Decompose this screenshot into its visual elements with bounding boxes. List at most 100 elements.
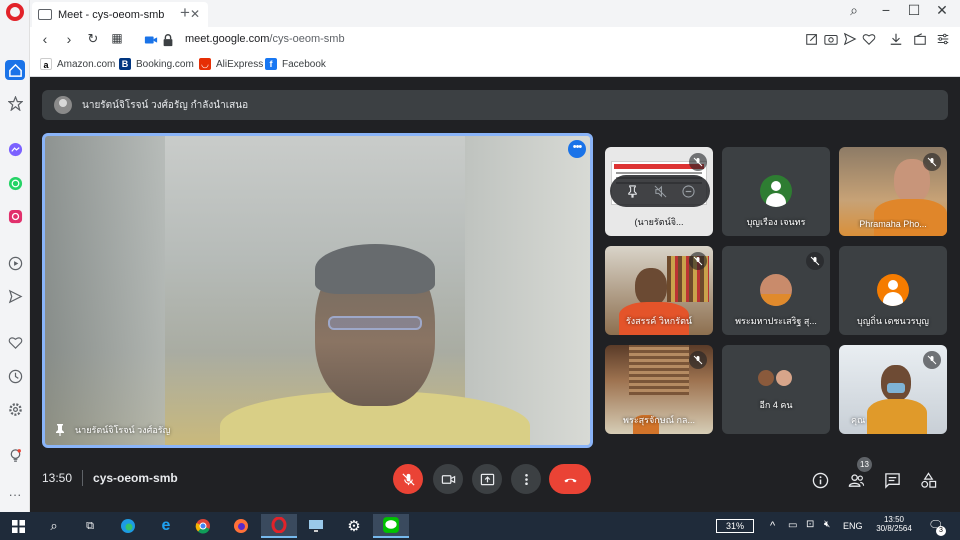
participant-tile[interactable]: พระสุรจักษณ์ กล...: [605, 345, 713, 434]
meeting-details-button[interactable]: [808, 468, 832, 492]
presenting-banner: นายรัตน์จิโรจน์ วงศ์อรัญ กำลังนำเสนอ: [42, 90, 948, 120]
line-app-icon[interactable]: [373, 514, 409, 538]
firefox-icon[interactable]: [223, 514, 259, 538]
show-hidden-icons[interactable]: ^: [770, 520, 775, 532]
camera-indicator-icon[interactable]: [143, 33, 159, 49]
mic-muted-icon: [923, 153, 941, 171]
clock[interactable]: 13:50 30/8/2564: [872, 515, 916, 533]
meet-tab-favicon-icon: [38, 9, 52, 20]
participant-tile[interactable]: คุณ: [839, 345, 947, 434]
home-icon[interactable]: [5, 60, 25, 80]
whatsapp-icon[interactable]: [5, 173, 25, 193]
send-icon[interactable]: [5, 286, 25, 306]
opera-taskbar-icon[interactable]: [261, 514, 297, 538]
remove-participant-icon[interactable]: [681, 184, 695, 198]
participant-tile[interactable]: บุญถิ่น เดชนวรบุญ: [839, 246, 947, 335]
messenger-icon[interactable]: [5, 139, 25, 159]
close-window-icon[interactable]: ✕: [930, 2, 954, 19]
minimize-icon[interactable]: −: [874, 2, 898, 18]
divider: [82, 470, 84, 486]
microphone-off-button[interactable]: [393, 464, 423, 494]
back-icon[interactable]: ‹: [36, 31, 54, 47]
chat-button[interactable]: [880, 468, 904, 492]
bookmark-aliexpress[interactable]: ◡ AliExpress: [199, 58, 263, 70]
present-now-button[interactable]: [472, 464, 502, 494]
opera-logo-icon[interactable]: [6, 3, 24, 21]
mic-off-icon: [401, 472, 415, 486]
send-page-icon[interactable]: [842, 32, 858, 48]
more-options-button[interactable]: [511, 464, 541, 494]
network-icon[interactable]: ⊡: [806, 519, 814, 530]
battery-tray-icon[interactable]: ▭: [788, 520, 797, 531]
settings-taskbar-icon[interactable]: ⚙: [336, 514, 372, 538]
speaker-hair: [315, 244, 435, 294]
participant-name: บุญเรือง เจนทร: [746, 217, 806, 227]
presenter-avatar: [54, 96, 72, 114]
main-speaker-tile[interactable]: ••• นายรัตน์จิโรจน์ วงศ์อรัญ: [42, 133, 593, 448]
booking-icon: B: [119, 58, 131, 70]
language-indicator[interactable]: ENG: [843, 521, 863, 531]
task-view-icon[interactable]: ⧉: [72, 514, 108, 538]
close-tab-icon[interactable]: ✕: [190, 7, 200, 21]
more-options-icon[interactable]: •••: [568, 140, 586, 158]
participant-name: รังสรรค์ วิหกรัตน์: [625, 316, 693, 326]
people-icon: [848, 473, 864, 487]
participant-tile[interactable]: Phramaha Pho...: [839, 147, 947, 236]
volume-muted-icon[interactable]: 🔇︎: [824, 519, 830, 530]
remote-desktop-icon[interactable]: [298, 514, 334, 538]
others-avatar: [774, 368, 794, 388]
others-avatar: [756, 368, 776, 388]
participant-name: Phramaha Pho...: [859, 219, 927, 229]
participant-tile[interactable]: รังสรรค์ วิหกรัตน์: [605, 246, 713, 335]
camera-button[interactable]: [433, 464, 463, 494]
url-field[interactable]: meet.google.com/cys-oeom-smb: [185, 33, 345, 45]
activities-shapes-icon: [920, 471, 936, 488]
pin-tile-icon[interactable]: [626, 184, 639, 198]
tips-lightbulb-icon[interactable]: [5, 445, 25, 465]
participant-name: (นายรัตน์จิ...: [634, 217, 684, 227]
windows-start-icon[interactable]: [0, 514, 36, 538]
bookmark-facebook[interactable]: f Facebook: [265, 58, 326, 70]
chrome-icon[interactable]: [185, 514, 221, 538]
search-tabs-icon[interactable]: ⌕: [842, 2, 866, 19]
bookmark-amazon[interactable]: a Amazon.com: [40, 58, 115, 70]
participant-avatar: [877, 274, 909, 306]
settings-gear-icon[interactable]: [5, 399, 25, 419]
camera-snapshot-icon[interactable]: [823, 32, 839, 48]
pin-icon: [56, 424, 64, 436]
wallet-icon[interactable]: [912, 32, 928, 48]
more-dots-icon[interactable]: ···: [5, 484, 25, 504]
participant-photo-avatar: [760, 274, 792, 306]
bookmark-booking[interactable]: B Booking.com: [119, 58, 194, 70]
history-clock-icon[interactable]: [5, 366, 25, 386]
bookmark-heart-icon[interactable]: [861, 32, 877, 48]
search-icon[interactable]: ⌕: [36, 514, 72, 538]
easy-setup-icon[interactable]: [935, 32, 951, 48]
url-path: /cys-oeom-smb: [269, 33, 345, 45]
heart-icon[interactable]: [5, 332, 25, 352]
meeting-time: 13:50: [42, 471, 73, 485]
snapshot-edit-icon[interactable]: [804, 32, 820, 48]
hang-up-icon: [563, 478, 577, 482]
maximize-icon[interactable]: ☐: [902, 2, 926, 19]
leave-call-button[interactable]: [549, 464, 591, 494]
background-shade: [45, 136, 165, 445]
battery-indicator[interactable]: 31%: [716, 519, 754, 533]
reload-icon[interactable]: ↻: [84, 31, 102, 47]
download-icon[interactable]: [888, 32, 904, 48]
participant-tile[interactable]: พระมหาประเสริฐ สุ...: [722, 246, 830, 335]
speed-dial-icon[interactable]: [5, 93, 25, 113]
activities-button[interactable]: [916, 468, 940, 492]
tab-grid-icon[interactable]: ▦: [108, 31, 126, 45]
participant-tile[interactable]: บุญเรือง เจนทร: [722, 147, 830, 236]
edge-icon[interactable]: [110, 514, 146, 538]
tab-title: Meet - cys-oeom-smb: [58, 8, 165, 21]
others-tile[interactable]: อีก 4 คน: [722, 345, 830, 434]
new-tab-icon[interactable]: +: [180, 3, 190, 23]
mute-participant-icon[interactable]: [654, 185, 667, 198]
instagram-icon[interactable]: [5, 206, 25, 226]
forward-icon[interactable]: ›: [60, 31, 78, 47]
player-icon[interactable]: [5, 253, 25, 273]
internet-explorer-icon[interactable]: e: [148, 514, 184, 538]
main-speaker-label: นายรัตน์จิโรจน์ วงศ์อรัญ: [55, 423, 170, 437]
